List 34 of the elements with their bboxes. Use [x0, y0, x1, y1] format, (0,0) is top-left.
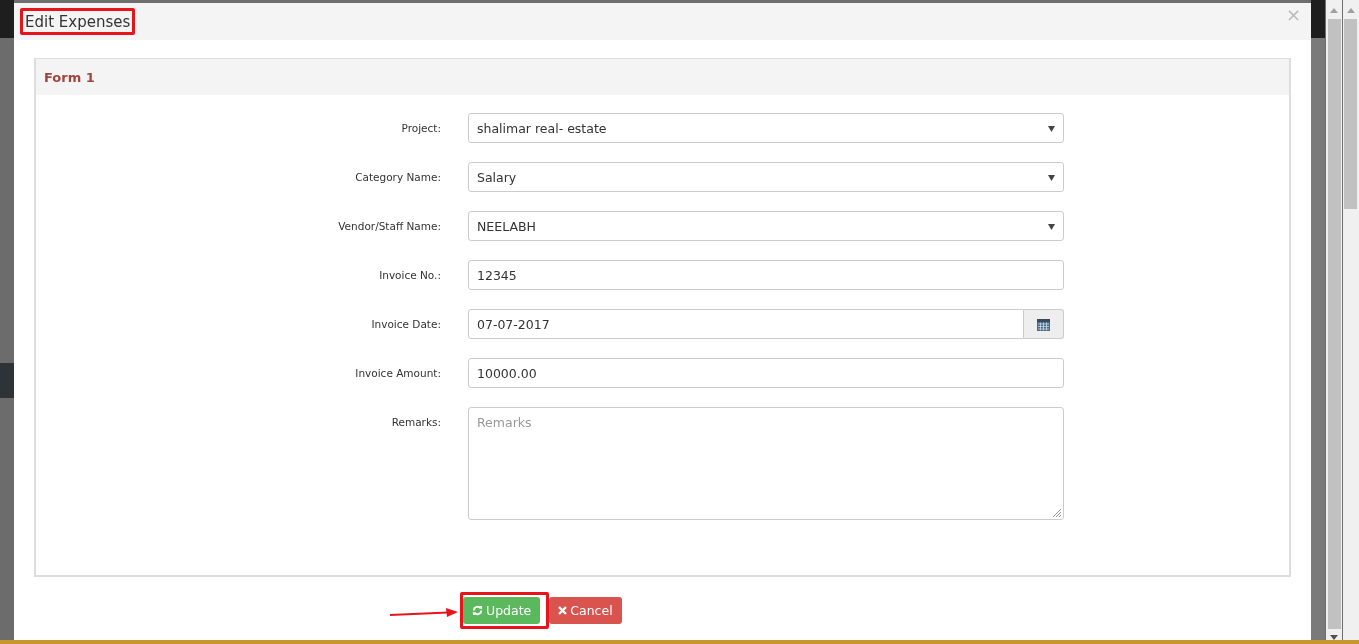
- panel-title: Form 1: [44, 69, 95, 85]
- select-field[interactable]: NEELABH: [468, 211, 1064, 241]
- scrollbar[interactable]: [1326, 0, 1342, 640]
- cancel-button[interactable]: Cancel: [549, 597, 622, 624]
- field-label: Vendor/Staff Name:: [337, 220, 441, 232]
- modal-title: Edit Expenses: [25, 13, 131, 31]
- input-field[interactable]: 10000.00: [468, 358, 1064, 388]
- scrollbar[interactable]: [1343, 0, 1359, 640]
- field-label: Remarks:: [390, 416, 441, 428]
- select-field[interactable]: Salary: [468, 162, 1064, 192]
- field-label: Category Name:: [354, 171, 441, 183]
- field-label: Invoice Date:: [370, 318, 441, 330]
- date-field[interactable]: 07-07-2017: [468, 309, 1024, 339]
- scroll-up-icon[interactable]: [1330, 8, 1338, 13]
- close-icon: [558, 606, 568, 615]
- caret-icon: [1048, 124, 1055, 132]
- input-field[interactable]: 12345: [468, 260, 1064, 290]
- pointer-arrow: [390, 607, 458, 618]
- calendar-button[interactable]: [1024, 309, 1064, 339]
- field-label: Invoice No.:: [378, 269, 441, 281]
- field-label: Project:: [400, 122, 441, 134]
- calendar-icon: [1037, 317, 1050, 331]
- field-label: Invoice Amount:: [354, 367, 441, 379]
- backdrop-bar: [0, 0, 14, 38]
- scrollbar-thumb[interactable]: [1327, 19, 1341, 629]
- scroll-down-icon[interactable]: [1330, 635, 1338, 640]
- caret-icon: [1048, 173, 1055, 181]
- resize-grip-icon: [1052, 508, 1061, 517]
- refresh-icon: [472, 605, 483, 616]
- caret-icon: [1048, 222, 1055, 230]
- select-field[interactable]: shalimar real- estate: [468, 113, 1064, 143]
- backdrop-bar: [0, 363, 14, 398]
- scrollbar-thumb[interactable]: [1344, 19, 1358, 209]
- scroll-up-icon[interactable]: [1347, 8, 1355, 13]
